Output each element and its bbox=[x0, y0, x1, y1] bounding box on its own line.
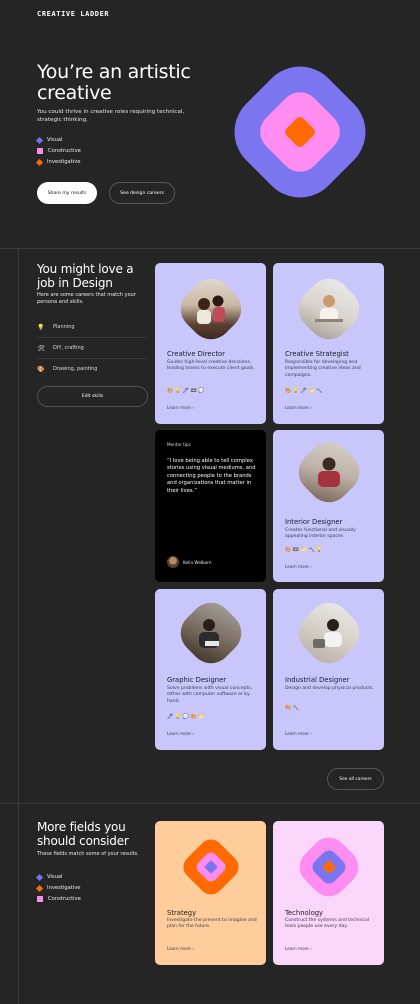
left-rule bbox=[18, 248, 19, 1004]
field-card[interactable]: Strategy Investigate the present to imag… bbox=[155, 821, 266, 965]
skill-item: 💡 Planning bbox=[37, 317, 147, 338]
trait-label: Investigative bbox=[47, 159, 81, 165]
lightbulb-icon: 💡 bbox=[37, 323, 45, 331]
career-photo bbox=[289, 594, 368, 672]
fields-section-title: More fields you should consider bbox=[37, 820, 129, 848]
diamond-icon bbox=[35, 884, 44, 892]
person-image bbox=[312, 619, 342, 648]
learn-more-link[interactable]: Learn more › bbox=[167, 405, 194, 410]
mentor-quote: “I love being able to tell complex stori… bbox=[167, 458, 256, 494]
person-image bbox=[317, 457, 340, 487]
diamond-icon bbox=[35, 136, 44, 144]
mentor-label: Mentor tips bbox=[167, 442, 191, 447]
trait-label: Constructive bbox=[48, 148, 81, 154]
skill-item: 🎨 Drawing, painting bbox=[37, 359, 147, 379]
avatar bbox=[167, 556, 179, 568]
trait-constructive: Constructive bbox=[37, 896, 81, 902]
learn-more-link[interactable]: Learn more › bbox=[167, 946, 194, 951]
see-all-careers-button[interactable]: See all careers bbox=[327, 768, 384, 790]
field-card[interactable]: Technology Construct the systems and tec… bbox=[273, 821, 384, 965]
career-photo bbox=[171, 270, 250, 348]
trait-label: Constructive bbox=[48, 896, 81, 902]
skill-label: DIY, crafting bbox=[53, 345, 84, 351]
career-card[interactable]: Interior Designer Creates functional and… bbox=[273, 430, 384, 582]
trait-visual: Visual bbox=[35, 136, 63, 144]
career-title: Industrial Designer bbox=[285, 676, 350, 684]
palette-icon: 🎨 bbox=[37, 365, 45, 373]
brand-logo[interactable]: CREATIVE LADDER bbox=[37, 10, 109, 18]
strategy-art bbox=[183, 839, 239, 895]
square-icon bbox=[37, 896, 43, 902]
field-description: Construct the systems and technical tool… bbox=[285, 918, 370, 930]
diamond-icon bbox=[35, 873, 44, 881]
person-image bbox=[314, 295, 343, 322]
career-card[interactable]: Industrial Designer Design and develop p… bbox=[273, 589, 384, 750]
career-title: Creative Director bbox=[167, 350, 225, 358]
trait-constructive: Constructive bbox=[37, 148, 81, 154]
field-title: Technology bbox=[285, 909, 324, 917]
section-divider bbox=[0, 803, 420, 804]
learn-more-link[interactable]: Learn more › bbox=[285, 731, 312, 736]
fields-section-subtitle: These fields match some of your results. bbox=[37, 851, 139, 857]
career-card[interactable]: Graphic Designer Solve problems with vis… bbox=[155, 589, 266, 750]
design-section-subtitle: Here are some careers that match your pe… bbox=[37, 292, 136, 305]
learn-more-link[interactable]: Learn more › bbox=[167, 731, 194, 736]
edit-skills-button[interactable]: Edit skills bbox=[37, 386, 148, 407]
trait-label: Investigative bbox=[47, 885, 81, 891]
trait-investigative: Investigative bbox=[35, 158, 81, 166]
mentor-name: Kelin Welborn bbox=[183, 560, 212, 565]
skill-label: Drawing, painting bbox=[53, 366, 98, 372]
learn-more-link[interactable]: Learn more › bbox=[285, 405, 312, 410]
career-photo bbox=[289, 433, 368, 511]
career-description: Creates functional and visually appealin… bbox=[285, 528, 356, 540]
career-description: Solve problems with visual concepts, eit… bbox=[167, 686, 253, 704]
career-title: Graphic Designer bbox=[167, 676, 227, 684]
tools-icon: 🛠 bbox=[37, 344, 45, 352]
share-results-button[interactable]: Share my results bbox=[37, 182, 97, 204]
trait-investigative: Investigative bbox=[35, 884, 81, 892]
career-photo bbox=[289, 270, 368, 348]
persona-art bbox=[234, 66, 366, 198]
trait-label: Visual bbox=[47, 874, 63, 880]
learn-more-link[interactable]: Learn more › bbox=[285, 946, 312, 951]
skill-label: Planning bbox=[53, 324, 75, 330]
career-title: Interior Designer bbox=[285, 518, 343, 526]
career-title: Creative Strategist bbox=[285, 350, 349, 358]
trait-label: Visual bbox=[47, 137, 63, 143]
career-photo bbox=[171, 594, 250, 672]
career-description: Guides high-level creative decisions, le… bbox=[167, 360, 255, 372]
square-icon bbox=[37, 148, 43, 154]
career-card[interactable]: Creative Director Guides high-level crea… bbox=[155, 263, 266, 424]
skill-item: 🛠 DIY, crafting bbox=[37, 338, 147, 359]
people-image bbox=[196, 295, 225, 324]
field-title: Strategy bbox=[167, 909, 197, 917]
career-description: Design and develop physical products. bbox=[285, 686, 374, 691]
diamond-icon bbox=[35, 158, 44, 166]
learn-more-link[interactable]: Learn more › bbox=[285, 564, 312, 569]
career-description: Responsible for developing and implement… bbox=[285, 360, 361, 378]
see-design-careers-button[interactable]: See design careers bbox=[109, 182, 175, 204]
mentor-tips-card: Mentor tips “I love being able to tell c… bbox=[155, 430, 266, 582]
skill-icons: 🎨 📼 📁 🔨 💡 bbox=[285, 547, 323, 553]
design-section-title: You might love a job in Design bbox=[37, 262, 134, 290]
person-image bbox=[198, 619, 219, 648]
trait-visual: Visual bbox=[35, 873, 63, 881]
section-divider bbox=[0, 248, 420, 249]
skill-icons: 🎨 🔨 bbox=[285, 705, 300, 711]
field-description: Investigate the present to imagine and p… bbox=[167, 918, 257, 930]
skill-icons: 🎨 💡 🖊 📁 🔨 bbox=[285, 388, 323, 394]
skill-icons: 🎨 💡 🖊 📼 💬 bbox=[167, 388, 205, 394]
hero-title: You’re an artistic creative bbox=[37, 61, 191, 104]
technology-art bbox=[299, 837, 359, 897]
skill-icons: 🖊 💡 💬 🎨 📁 bbox=[167, 714, 205, 720]
career-card[interactable]: Creative Strategist Responsible for deve… bbox=[273, 263, 384, 424]
hero-subtitle: You could thrive in creative roles requi… bbox=[37, 109, 185, 123]
